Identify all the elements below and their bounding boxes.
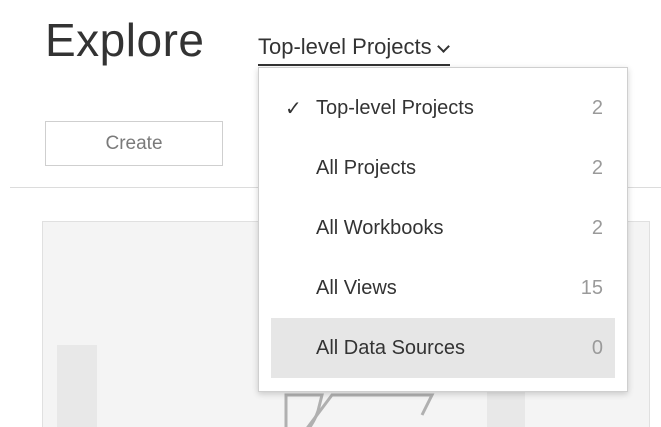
menu-item-count: 2 [591, 156, 603, 179]
menu-item-label: All Workbooks [316, 216, 444, 239]
check-icon: ✓ [285, 97, 302, 120]
content-type-menu: ✓ Top-level Projects 2 All Projects 2 Al… [258, 67, 628, 392]
menu-item-all-views[interactable]: All Views 15 [271, 258, 615, 318]
menu-item-count: 0 [591, 336, 603, 359]
menu-item-label: All Data Sources [316, 336, 465, 359]
menu-item-all-projects[interactable]: All Projects 2 [271, 138, 615, 198]
card-thumbnail-left [57, 345, 97, 427]
menu-item-count: 2 [591, 216, 603, 239]
chevron-down-icon [436, 39, 450, 53]
menu-item-count: 2 [591, 96, 603, 119]
menu-item-label: All Projects [316, 156, 417, 179]
menu-item-count: 15 [580, 276, 603, 299]
menu-item-top-level-projects[interactable]: ✓ Top-level Projects 2 [271, 78, 615, 138]
menu-item-all-workbooks[interactable]: All Workbooks 2 [271, 198, 615, 258]
explore-page: Explore Top-level Projects Create ✓ Top-… [0, 0, 661, 427]
content-type-filter-dropdown[interactable]: Top-level Projects [258, 30, 450, 66]
menu-item-all-data-sources[interactable]: All Data Sources 0 [271, 318, 615, 378]
menu-item-label: Top-level Projects [316, 96, 474, 119]
page-title: Explore [45, 14, 205, 66]
create-button[interactable]: Create [45, 121, 223, 166]
menu-item-label: All Views [316, 276, 397, 299]
filter-label: Top-level Projects [258, 34, 432, 59]
